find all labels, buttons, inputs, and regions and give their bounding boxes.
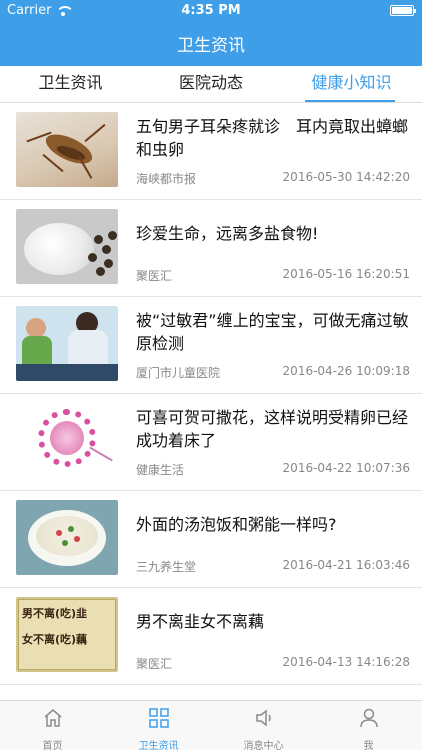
tabbar-label: 消息中心 <box>243 741 284 750</box>
news-source: 厦门市儿童医院 <box>136 366 221 380</box>
tabbar-item-news[interactable]: 卫生资讯 <box>106 701 211 750</box>
news-source: 三九养生堂 <box>136 560 197 574</box>
news-date: 2016-05-16 16:20:51 <box>282 267 410 281</box>
news-title: 外面的汤泡饭和粥能一样吗? <box>136 515 337 534</box>
news-date: 2016-04-26 10:09:18 <box>282 364 410 378</box>
clinic-image <box>16 306 118 381</box>
poster-text-line: 女不离(吃)藕 <box>22 633 88 646</box>
active-tab-indicator <box>305 100 395 102</box>
news-date: 2016-04-21 16:03:46 <box>282 558 410 572</box>
tab-hospital-news[interactable]: 医院动态 <box>141 66 281 103</box>
grid-icon <box>148 708 169 728</box>
cockroach-image <box>16 112 118 187</box>
tabbar-item-messages[interactable]: 消息中心 <box>211 701 316 750</box>
tabbar-label: 我 <box>363 741 374 750</box>
tabbar-label: 卫生资讯 <box>138 741 179 750</box>
news-date: 2016-04-22 10:07:36 <box>282 461 410 475</box>
tab-health-news[interactable]: 卫生资讯 <box>0 66 141 103</box>
news-title: 男不离韭女不离藕 <box>136 612 265 631</box>
news-list: 五旬男子耳朵疼就诊 耳内竟取出蟑螂和虫卵 海峡都市报 2016-05-30 14… <box>0 103 422 685</box>
news-date: 2016-05-30 14:42:20 <box>282 170 410 184</box>
news-source: 健康生活 <box>136 463 185 477</box>
speaker-icon <box>255 709 271 727</box>
home-icon <box>44 709 61 727</box>
news-source: 海峡都市报 <box>136 172 197 186</box>
tab-health-tips[interactable]: 健康小知识 <box>281 66 422 103</box>
news-date: 2016-04-13 14:16:28 <box>282 655 410 669</box>
news-source: 聚医汇 <box>136 657 173 671</box>
news-title: 五旬男子耳朵疼就诊 耳内竟取出蟑螂和虫卵 <box>136 117 409 159</box>
poster-text-line: 男不离(吃)韭 <box>22 607 88 620</box>
status-bar: Carrier 4:35 PM <box>0 0 422 22</box>
list-item[interactable]: 被“过敏君”缠上的宝宝，可做无痛过敏原检测 厦门市儿童医院 2016-04-26… <box>0 297 422 394</box>
list-item[interactable]: 男不离(吃)韭 女不离(吃)藕 男不离韭女不离藕 聚医汇 2016-04-13 … <box>0 588 422 685</box>
news-title: 珍爱生命，远离多盐食物! <box>136 224 319 243</box>
list-item[interactable]: 可喜可贺可撒花，这样说明受精卵已经成功着床了 健康生活 2016-04-22 1… <box>0 394 422 491</box>
person-icon <box>359 708 378 728</box>
list-item[interactable]: 外面的汤泡饭和粥能一样吗? 三九养生堂 2016-04-21 16:03:46 <box>0 491 422 588</box>
poster-image: 男不离(吃)韭 女不离(吃)藕 <box>16 597 118 672</box>
battery-icon <box>390 5 416 16</box>
tabbar-label: 首页 <box>42 741 63 750</box>
tabbar-item-me[interactable]: 我 <box>316 701 421 750</box>
list-item[interactable]: 五旬男子耳朵疼就诊 耳内竟取出蟑螂和虫卵 海峡都市报 2016-05-30 14… <box>0 103 422 200</box>
status-time: 4:35 PM <box>181 3 241 18</box>
news-title: 被“过敏君”缠上的宝宝，可做无痛过敏原检测 <box>136 311 409 353</box>
list-item[interactable]: 珍爱生命，远离多盐食物! 聚医汇 2016-05-16 16:20:51 <box>0 200 422 297</box>
top-header: Carrier 4:35 PM 卫生资讯 <box>0 0 422 66</box>
news-source: 聚医汇 <box>136 269 173 283</box>
cell-image <box>16 403 118 478</box>
category-tabs: 卫生资讯 医院动态 健康小知识 <box>0 66 422 103</box>
news-title: 可喜可贺可撒花，这样说明受精卵已经成功着床了 <box>136 408 409 450</box>
tabbar-item-home[interactable]: 首页 <box>0 701 105 750</box>
porridge-image <box>16 500 118 575</box>
salt-image <box>16 209 118 284</box>
bottom-tab-bar: 首页 卫生资讯 消息中心 我 <box>0 700 422 750</box>
page-title: 卫生资讯 <box>177 36 245 56</box>
